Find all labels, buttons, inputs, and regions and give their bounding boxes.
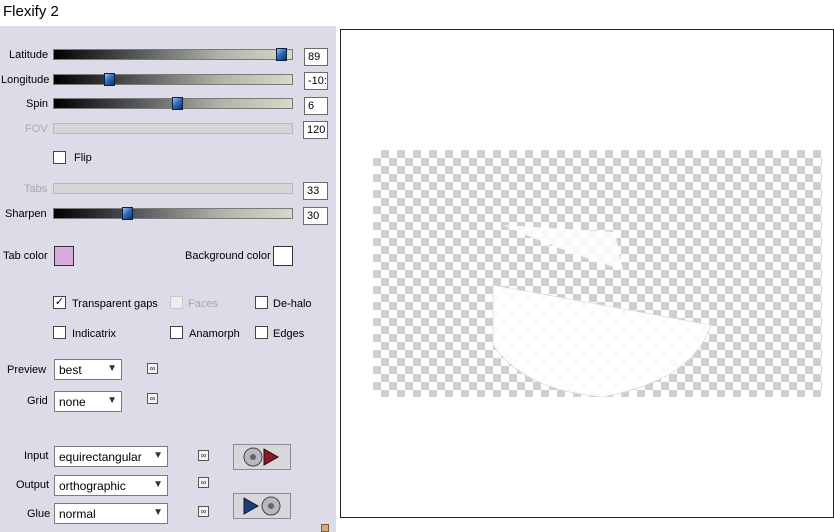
anamorph-label: Anamorph: [189, 328, 240, 340]
transparent-gaps-checkbox[interactable]: ✓: [53, 296, 66, 309]
preview-select[interactable]: best ▼: [54, 359, 122, 380]
link-icon[interactable]: ∞: [147, 363, 158, 374]
fov-input: 120: [303, 121, 328, 139]
glue-select-value: normal: [59, 507, 96, 521]
tabs-slider: [53, 183, 293, 194]
input-select-value: equirectangular: [59, 450, 142, 464]
link-icon[interactable]: ∞: [198, 477, 209, 488]
spin-input[interactable]: 6: [304, 97, 328, 115]
status-bar: [336, 518, 834, 532]
sharpen-input[interactable]: 30: [303, 207, 328, 225]
output-label: Output: [16, 479, 50, 491]
background-color-swatch[interactable]: [273, 246, 293, 266]
grid-select[interactable]: none ▼: [54, 391, 122, 412]
latitude-input[interactable]: 89: [304, 48, 328, 66]
preview-select-value: best: [59, 363, 82, 377]
flip-checkbox[interactable]: [53, 151, 66, 164]
edges-label: Edges: [273, 328, 305, 340]
chevron-down-icon: ▼: [153, 507, 163, 518]
tab-color-swatch[interactable]: [54, 246, 74, 266]
flip-label: Flip: [74, 152, 92, 164]
input-select[interactable]: equirectangular ▼: [54, 446, 168, 467]
glue-label: Glue: [27, 508, 51, 520]
preview-label: Preview: [7, 364, 47, 376]
spin-label: Spin: [26, 98, 49, 110]
grid-label: Grid: [27, 395, 48, 407]
sharpen-slider-knob[interactable]: [122, 207, 133, 220]
sharpen-slider[interactable]: [53, 207, 293, 220]
de-halo-label: De-halo: [273, 298, 312, 310]
indicatrix-checkbox[interactable]: [53, 326, 66, 339]
window-title: Flexify 2: [3, 3, 59, 20]
grid-select-value: none: [59, 395, 86, 409]
output-select-value: orthographic: [59, 479, 126, 493]
link-icon[interactable]: ∞: [198, 506, 209, 517]
resize-handle[interactable]: [321, 524, 329, 532]
indicatrix-label: Indicatrix: [72, 328, 117, 340]
disc-to-arrow-icon: [243, 447, 280, 467]
faces-checkbox: [170, 296, 183, 309]
fov-label: FOV: [25, 123, 48, 135]
link-icon[interactable]: ∞: [198, 450, 209, 461]
chevron-down-icon: ▼: [153, 479, 163, 490]
tabs-label: Tabs: [24, 183, 48, 195]
link-icon[interactable]: ∞: [147, 393, 158, 404]
latitude-slider[interactable]: [53, 48, 293, 61]
edges-checkbox[interactable]: [255, 326, 268, 339]
checkmark-icon: ✓: [54, 296, 65, 308]
longitude-slider[interactable]: [53, 73, 293, 86]
longitude-label: Longitude: [1, 74, 50, 86]
chevron-down-icon: ▼: [153, 450, 163, 461]
latitude-label: Latitude: [9, 49, 49, 61]
chevron-down-icon: ▼: [107, 395, 117, 406]
longitude-input[interactable]: -10:: [304, 72, 328, 90]
tabs-input: 33: [303, 182, 328, 200]
fov-slider: [53, 123, 293, 134]
output-action-button[interactable]: [233, 493, 291, 519]
projected-sphere-shape: [492, 225, 712, 397]
spin-slider-knob[interactable]: [172, 97, 183, 110]
background-color-label: Background color: [185, 250, 271, 262]
faces-label: Faces: [188, 298, 218, 310]
transparent-gaps-label: Transparent gaps: [72, 298, 158, 310]
anamorph-checkbox[interactable]: [170, 326, 183, 339]
de-halo-checkbox[interactable]: [255, 296, 268, 309]
longitude-slider-knob[interactable]: [104, 73, 115, 86]
output-select[interactable]: orthographic ▼: [54, 475, 168, 496]
glue-select[interactable]: normal ▼: [54, 503, 168, 524]
tab-color-label: Tab color: [3, 250, 48, 262]
sharpen-label: Sharpen: [5, 208, 47, 220]
arrow-to-disc-icon: [243, 496, 281, 516]
chevron-down-icon: ▼: [107, 363, 117, 374]
preview-image: [373, 150, 822, 397]
input-label: Input: [24, 450, 49, 462]
spin-slider[interactable]: [53, 97, 293, 110]
title-bar: Flexify 2: [0, 0, 834, 26]
input-action-button[interactable]: [233, 444, 291, 470]
latitude-slider-knob[interactable]: [276, 48, 287, 61]
